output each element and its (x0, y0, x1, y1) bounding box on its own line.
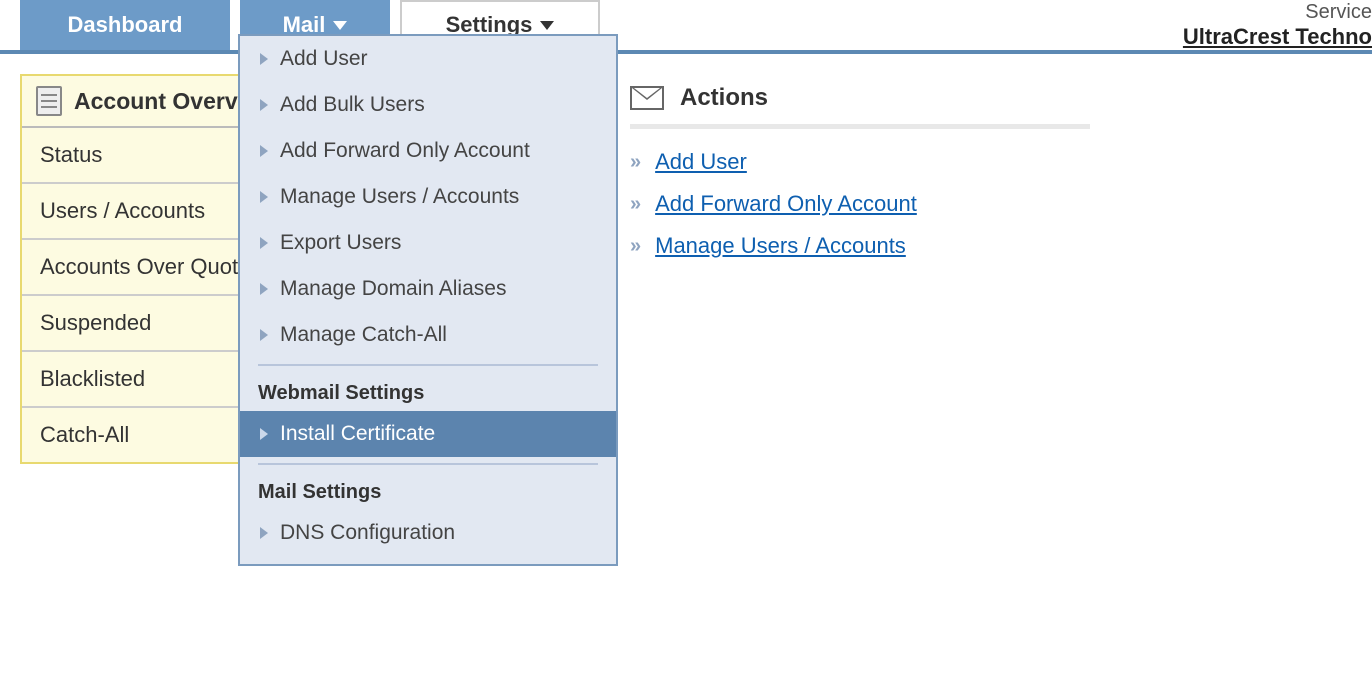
chevron-right-icon (260, 145, 268, 157)
document-icon (36, 86, 62, 116)
action-row: » Manage Users / Accounts (630, 225, 1090, 267)
chevron-right-icon (260, 527, 268, 539)
actions-title: Actions (680, 84, 768, 112)
action-link-add-forward-only[interactable]: Add Forward Only Account (655, 191, 917, 217)
menu-group-webmail-settings: Webmail Settings (240, 366, 616, 411)
chevron-down-icon (540, 21, 554, 30)
menu-item-label: DNS Configuration (280, 521, 455, 545)
content-area: Account Overview Status Users / Accounts… (0, 54, 1372, 484)
menu-item-label: Manage Users / Accounts (280, 185, 519, 209)
chevron-down-icon (333, 21, 347, 30)
branding-service-label: Service (1183, 0, 1372, 24)
branding-block: Service UltraCrest Techno (1183, 0, 1372, 50)
menu-item-label: Add Bulk Users (280, 93, 425, 117)
menu-item-install-certificate[interactable]: Install Certificate (240, 411, 616, 457)
menu-group-mail-settings: Mail Settings (240, 465, 616, 510)
menu-item-label: Install Certificate (280, 422, 435, 446)
menu-item-label: Add User (280, 47, 368, 71)
menu-item-label: Export Users (280, 231, 401, 255)
menu-item-add-user[interactable]: Add User (240, 36, 616, 82)
chevron-right-icon (260, 428, 268, 440)
menu-item-manage-catch-all[interactable]: Manage Catch-All (240, 312, 616, 358)
branding-company-link[interactable]: UltraCrest Techno (1183, 24, 1372, 50)
menu-item-export-users[interactable]: Export Users (240, 220, 616, 266)
top-nav: Dashboard Mail Settings Service UltraCre… (0, 0, 1372, 54)
menu-item-add-bulk-users[interactable]: Add Bulk Users (240, 82, 616, 128)
menu-item-label: Manage Domain Aliases (280, 277, 506, 301)
action-row: » Add Forward Only Account (630, 183, 1090, 225)
menu-item-dns-configuration[interactable]: DNS Configuration (240, 510, 616, 556)
mail-dropdown: Add User Add Bulk Users Add Forward Only… (238, 34, 618, 566)
chevron-right-icon (260, 329, 268, 341)
menu-item-manage-domain-aliases[interactable]: Manage Domain Aliases (240, 266, 616, 312)
actions-list: » Add User » Add Forward Only Account » … (630, 129, 1090, 267)
double-chevron-icon: » (630, 193, 641, 216)
menu-item-label: Manage Catch-All (280, 323, 447, 347)
action-link-add-user[interactable]: Add User (655, 149, 747, 175)
action-row: » Add User (630, 141, 1090, 183)
envelope-icon (630, 86, 664, 110)
chevron-right-icon (260, 283, 268, 295)
chevron-right-icon (260, 237, 268, 249)
actions-header: Actions (630, 84, 1090, 129)
chevron-right-icon (260, 191, 268, 203)
double-chevron-icon: » (630, 151, 641, 174)
chevron-right-icon (260, 53, 268, 65)
tab-dashboard[interactable]: Dashboard (20, 0, 230, 50)
action-link-manage-users[interactable]: Manage Users / Accounts (655, 233, 906, 259)
menu-item-label: Add Forward Only Account (280, 139, 530, 163)
menu-item-manage-users[interactable]: Manage Users / Accounts (240, 174, 616, 220)
tab-dashboard-label: Dashboard (68, 12, 183, 38)
double-chevron-icon: » (630, 235, 641, 258)
menu-item-add-forward-only[interactable]: Add Forward Only Account (240, 128, 616, 174)
chevron-right-icon (260, 99, 268, 111)
actions-panel: Actions » Add User » Add Forward Only Ac… (630, 74, 1090, 464)
